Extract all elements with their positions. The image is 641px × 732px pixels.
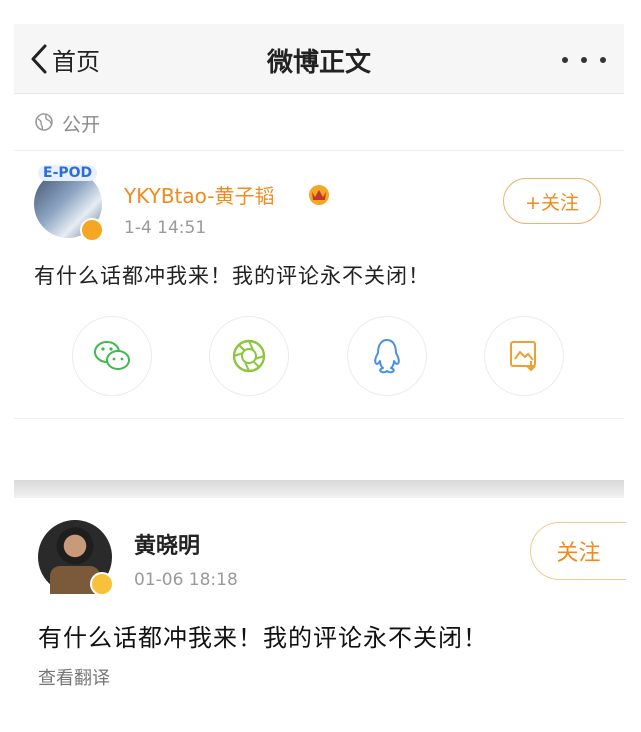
- translate-link[interactable]: 查看翻译: [38, 664, 110, 690]
- top-nav-bar: 首页 微博正文: [14, 24, 624, 94]
- username[interactable]: YKYBtao-黄子韬: [124, 180, 274, 209]
- divider: [14, 418, 624, 419]
- share-bar: [72, 316, 564, 396]
- save-image-icon[interactable]: [484, 316, 564, 396]
- visibility-label: 公开: [62, 114, 101, 136]
- qq-icon[interactable]: [347, 316, 427, 396]
- post-time: 1-4 14:51: [124, 218, 207, 238]
- moments-icon[interactable]: [209, 316, 289, 396]
- post-content: 有什么话都冲我来！我的评论永不关闭！: [38, 624, 488, 652]
- weibo-post-page: 首页 微博正文 公开 E-POD YKYBtao-黄子韬 1-4 14:51 +…: [0, 0, 641, 732]
- section-separator: [14, 480, 624, 498]
- follow-button[interactable]: 关注: [530, 522, 626, 580]
- username[interactable]: 黄晓明: [134, 528, 200, 560]
- crown-icon: [306, 182, 332, 206]
- page-title: 微博正文: [266, 48, 371, 78]
- post-content: 有什么话都冲我来！我的评论永不关闭！: [34, 264, 430, 288]
- verified-badge-icon: [80, 218, 104, 242]
- wechat-icon[interactable]: [72, 316, 152, 396]
- follow-button[interactable]: +关注: [503, 178, 601, 224]
- divider: [14, 150, 624, 151]
- avatar-tag: E-POD: [38, 165, 98, 181]
- visibility-indicator: 公开: [34, 110, 100, 137]
- globe-icon: [34, 112, 54, 136]
- post-time: 01-06 18:18: [134, 570, 238, 590]
- more-horizontal-icon[interactable]: [562, 46, 606, 74]
- verified-badge-icon: [90, 572, 114, 596]
